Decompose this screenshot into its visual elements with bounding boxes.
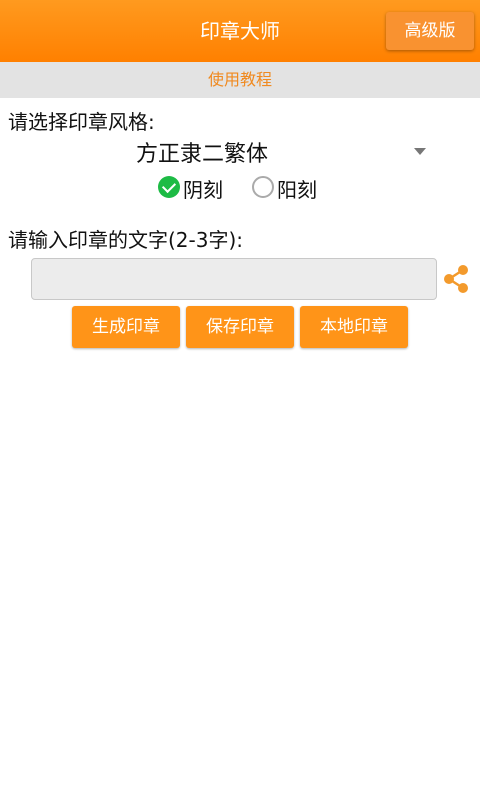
radio-checked-icon bbox=[158, 176, 180, 198]
seal-text-label: 请输入印章的文字(2-3字): bbox=[8, 228, 244, 252]
pro-version-button[interactable]: 高级版 bbox=[386, 12, 474, 50]
radio-unchecked-icon bbox=[252, 176, 274, 198]
tutorial-bar: 使用教程 bbox=[0, 62, 480, 98]
font-style-dropdown[interactable]: 方正隶二繁体 bbox=[100, 134, 436, 168]
local-seal-button[interactable]: 本地印章 bbox=[300, 306, 408, 348]
app-screen: 印章大师 高级版 使用教程 请选择印章风格: 方正隶二繁体 阴刻 阳刻 请输入印… bbox=[0, 0, 480, 800]
radio-yinke-label: 阴刻 bbox=[183, 178, 223, 202]
generate-seal-button[interactable]: 生成印章 bbox=[72, 306, 180, 348]
chevron-down-icon bbox=[414, 148, 426, 155]
radio-yangke-label: 阳刻 bbox=[277, 178, 317, 202]
action-button-row: 生成印章 保存印章 本地印章 bbox=[72, 306, 412, 348]
seal-text-input[interactable] bbox=[31, 258, 437, 300]
app-bar: 印章大师 高级版 bbox=[0, 0, 480, 62]
tutorial-link[interactable]: 使用教程 bbox=[0, 62, 480, 98]
share-icon[interactable] bbox=[441, 262, 471, 296]
selected-font-value: 方正隶二繁体 bbox=[136, 142, 269, 167]
save-seal-button[interactable]: 保存印章 bbox=[186, 306, 294, 348]
style-label: 请选择印章风格: bbox=[8, 110, 155, 134]
